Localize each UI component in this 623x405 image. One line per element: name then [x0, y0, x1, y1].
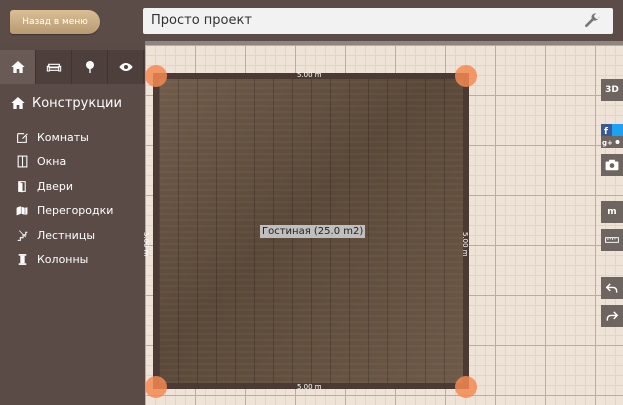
- menu-item-label: Лестницы: [37, 228, 96, 242]
- redo-icon: [606, 311, 619, 321]
- tree-icon: [85, 61, 94, 73]
- menu-item-label: Двери: [37, 179, 73, 193]
- dimension-bottom: 5.00 m: [297, 383, 322, 391]
- dimension-left: 5.00 m: [142, 232, 150, 257]
- menu-item-label: Колонны: [37, 253, 89, 267]
- corner-handle-top-right[interactable]: [455, 65, 477, 87]
- undo-button[interactable]: [601, 277, 623, 299]
- sidebar-tabs: [0, 50, 145, 84]
- project-title: Просто проект: [151, 13, 252, 28]
- menu-item-partitions[interactable]: Перегородки: [15, 199, 113, 224]
- window-icon: [15, 155, 29, 169]
- section-header: Конструкции: [10, 95, 122, 111]
- svg-text:g+: g+: [602, 139, 613, 147]
- column-icon: [15, 253, 29, 267]
- section-title: Конструкции: [32, 95, 122, 111]
- menu-item-label: Комнаты: [37, 130, 89, 144]
- corner-handle-bottom-left[interactable]: [145, 376, 167, 398]
- view-3d-button[interactable]: 3D: [601, 79, 623, 101]
- project-title-field[interactable]: Просто проект: [143, 8, 613, 34]
- back-to-menu-button[interactable]: Назад в меню: [10, 10, 100, 34]
- dimension-top: 5.00 m: [297, 71, 322, 79]
- room-label[interactable]: Гостиная (25.0 m2): [260, 225, 366, 238]
- home-icon: [10, 61, 25, 73]
- tab-furniture[interactable]: [36, 50, 72, 84]
- menu-item-columns[interactable]: Колонны: [15, 248, 113, 273]
- tab-view[interactable]: [108, 50, 144, 84]
- sofa-icon: [46, 63, 61, 72]
- door-icon: [15, 179, 29, 193]
- partition-icon: [15, 204, 29, 218]
- tab-garden[interactable]: [72, 50, 108, 84]
- screenshot-button[interactable]: [601, 154, 623, 176]
- units-button[interactable]: m: [601, 201, 623, 223]
- room-icon: [15, 130, 29, 144]
- menu-item-doors[interactable]: Двери: [15, 174, 113, 199]
- ruler-icon: [605, 237, 619, 243]
- wrench-icon[interactable]: [583, 12, 601, 30]
- tab-construction[interactable]: [0, 50, 36, 84]
- redo-button[interactable]: [601, 305, 623, 327]
- eye-icon: [118, 63, 133, 71]
- menu-item-rooms[interactable]: Комнаты: [15, 125, 113, 150]
- construction-menu: Комнаты Окна Двери Перегородки Лестницы …: [15, 125, 113, 272]
- svg-text:f: f: [604, 127, 608, 137]
- corner-handle-top-left[interactable]: [145, 65, 167, 87]
- share-button[interactable]: f g+: [601, 124, 623, 148]
- stairs-icon: [15, 228, 29, 242]
- menu-item-label: Окна: [37, 155, 67, 169]
- menu-item-label: Перегородки: [37, 204, 114, 218]
- dimension-right: 5.00 m: [461, 232, 469, 257]
- camera-icon: [605, 159, 619, 171]
- menu-item-stairs[interactable]: Лестницы: [15, 223, 113, 248]
- menu-item-windows[interactable]: Окна: [15, 150, 113, 175]
- corner-handle-bottom-right[interactable]: [455, 376, 477, 398]
- social-share-icon: f g+: [601, 124, 623, 148]
- top-bar: Назад в меню Просто проект: [0, 0, 623, 45]
- home-icon: [11, 97, 25, 109]
- ruler-button[interactable]: [601, 229, 623, 251]
- undo-icon: [605, 283, 618, 293]
